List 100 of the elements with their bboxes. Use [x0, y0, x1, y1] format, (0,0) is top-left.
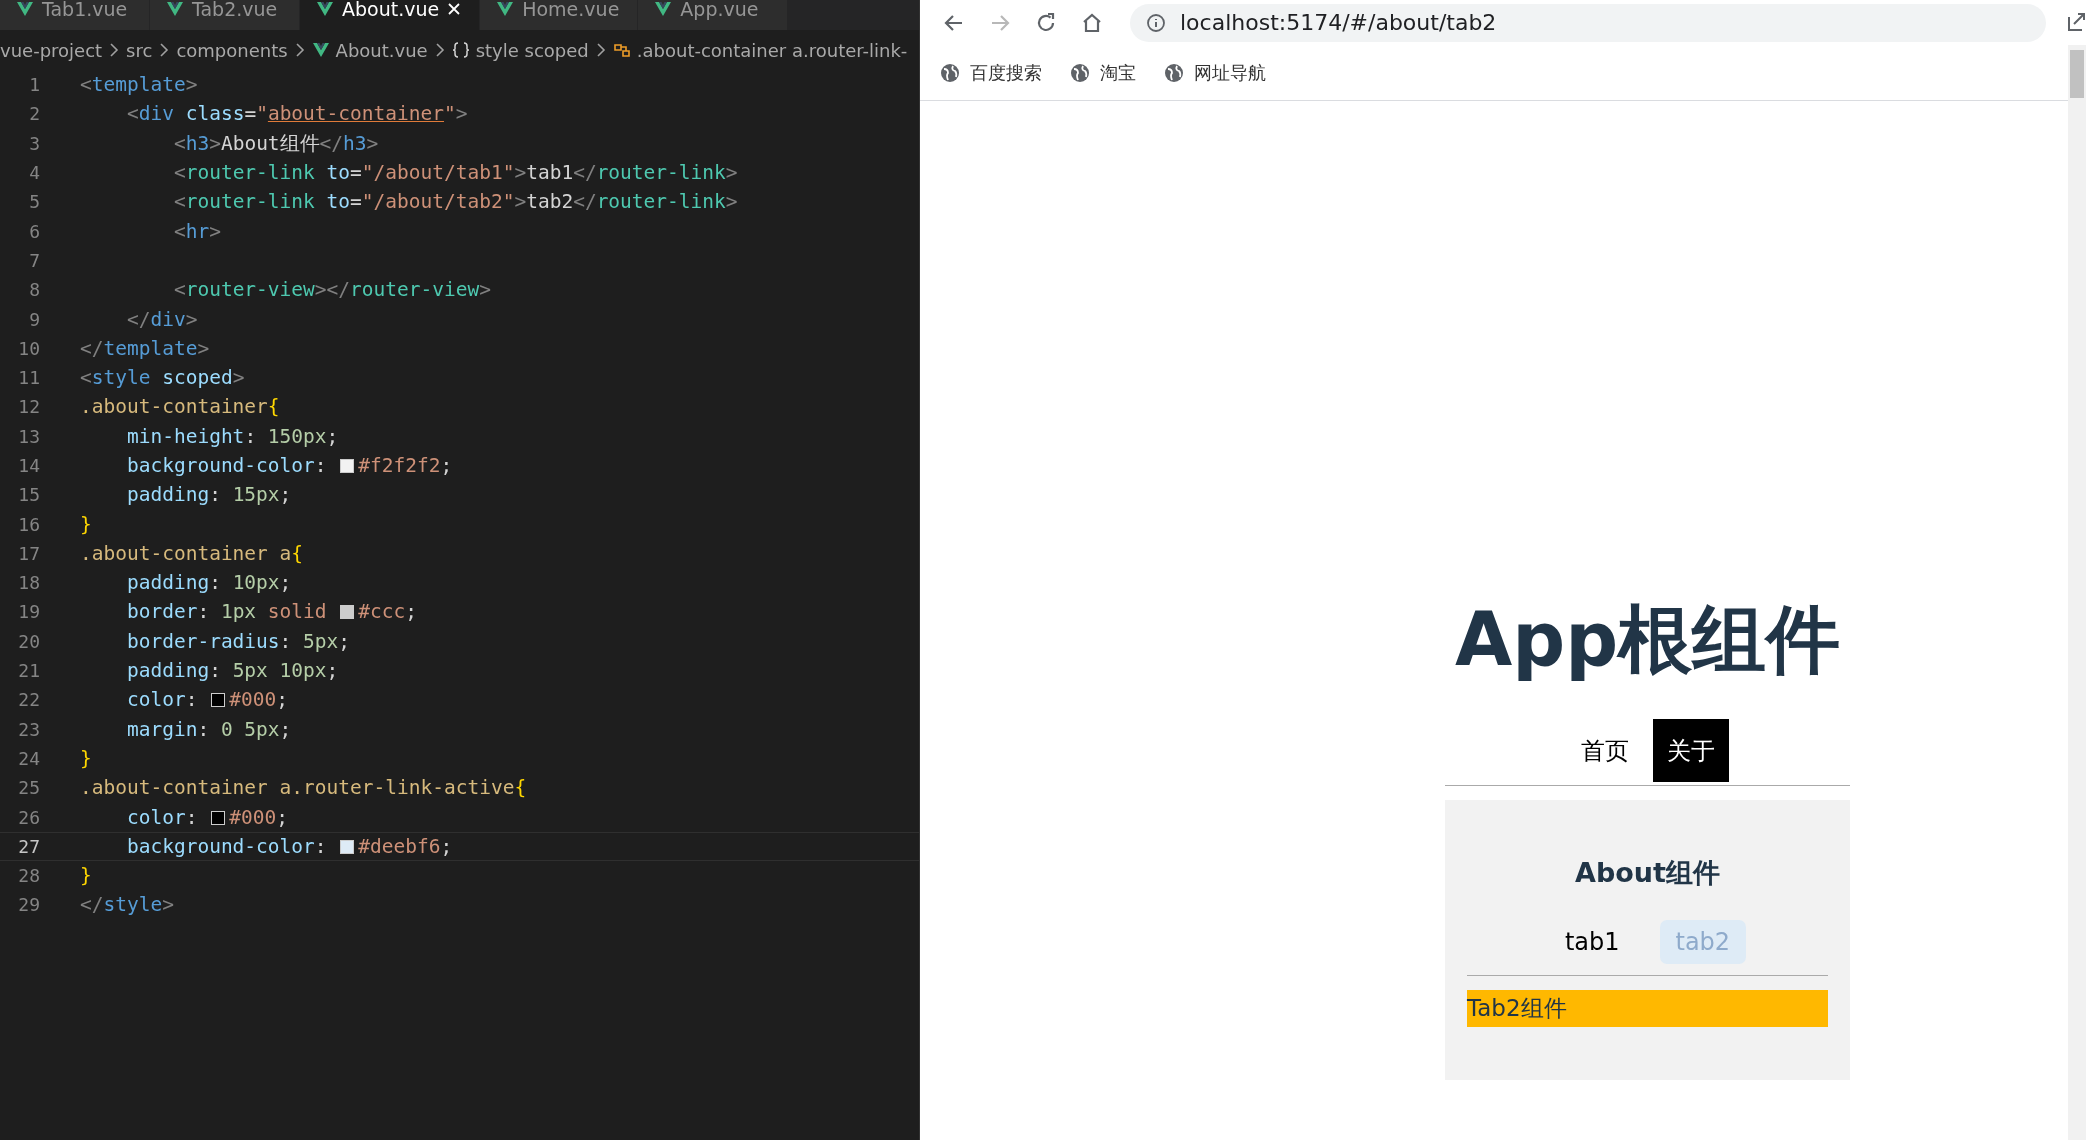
code-line: }	[80, 864, 92, 888]
code-line: <router-link to="/about/tab1">tab1</router-link>	[172, 161, 738, 185]
line-number: 13	[17, 425, 40, 447]
line-number: 23	[17, 718, 40, 740]
info-icon[interactable]	[1146, 12, 1166, 33]
v-shape-icon	[16, 0, 34, 18]
code-line: <h3>About组件</h3>	[172, 130, 379, 157]
code-line: margin: 0 5px;	[125, 717, 292, 741]
tab-link[interactable]: tab1	[1548, 920, 1636, 964]
scroll-thumb[interactable]	[2070, 50, 2084, 98]
line-number: 28	[17, 865, 40, 887]
code-line: .about-container a{	[80, 541, 304, 565]
globe-icon	[1070, 62, 1090, 83]
code-line: <div class="about-container">	[125, 102, 468, 126]
url-text: localhost:5174/#/about/tab2	[1180, 10, 1497, 35]
line-number: 1	[28, 74, 40, 96]
chevron-icon	[293, 41, 306, 59]
line-number: 29	[17, 894, 40, 916]
code-line: padding: 5px 10px;	[125, 659, 339, 683]
bookmark[interactable]: 网址导航	[1164, 60, 1266, 85]
chevron-icon	[108, 41, 121, 59]
code-line: border-radius: 5px;	[125, 629, 351, 653]
code-line: </div>	[125, 307, 198, 331]
line-number: 24	[17, 747, 40, 769]
line-number: 20	[17, 630, 40, 652]
nav-link[interactable]: 关于	[1652, 719, 1729, 782]
code-line: <template>	[80, 73, 198, 97]
line-number: 21	[17, 660, 40, 682]
breadcrumb-item[interactable]: src	[126, 39, 153, 61]
breadcrumb-item[interactable]: vue-project	[0, 39, 103, 61]
address-bar[interactable]: localhost:5174/#/about/tab2	[1130, 3, 2046, 42]
line-number: 19	[17, 601, 40, 623]
tab-content: Tab2组件	[1467, 990, 1828, 1027]
line-number: 9	[28, 308, 40, 330]
code-line: color: #000;	[125, 688, 288, 712]
editor-tab[interactable]: Tab2.vue	[150, 0, 300, 30]
v-shape-icon	[316, 0, 334, 18]
line-number: 16	[17, 513, 40, 535]
editor-tab[interactable]: About.vue	[300, 0, 481, 30]
scrollbar[interactable]	[2068, 45, 2086, 1140]
page-title: App根组件	[1454, 595, 1841, 684]
editor-tab[interactable]: Tab1.vue	[0, 0, 150, 30]
editor-tab[interactable]: App.vue	[638, 0, 789, 30]
breadcrumb-item[interactable]: About.vue	[335, 39, 428, 61]
line-number: 10	[17, 337, 40, 359]
code-line: <router-view></router-view>	[172, 278, 491, 302]
braces-icon	[451, 41, 470, 59]
line-number: 7	[28, 249, 40, 271]
symbol-icon	[612, 41, 631, 59]
code-line: color: #000;	[125, 805, 288, 829]
line-number: 4	[28, 162, 40, 184]
code-line: padding: 10px;	[125, 571, 292, 595]
code-line: border: 1px solid #ccc;	[125, 600, 418, 624]
v-shape-icon	[311, 41, 330, 59]
editor-tab[interactable]: Home.vue	[480, 0, 639, 30]
line-number: 11	[17, 367, 40, 389]
line-number: 14	[17, 455, 40, 476]
code-line: <router-link to="/about/tab2">tab2</router-link>	[172, 190, 738, 214]
line-number: 18	[17, 572, 40, 594]
code-line: <style scoped>	[80, 366, 245, 390]
line-number: 2	[28, 103, 40, 125]
code-line: </style>	[80, 893, 174, 917]
line-number: 26	[17, 806, 40, 828]
code-line: }	[80, 746, 92, 770]
line-number: 25	[17, 777, 40, 799]
code-line: background-color: #deebf6;	[125, 834, 453, 858]
code-line: background-color: #f2f2f2;	[125, 454, 453, 477]
code-line: }	[80, 512, 92, 536]
code-line: .about-container{	[80, 395, 280, 419]
chevron-icon	[158, 41, 171, 59]
breadcrumb-item[interactable]: style scoped	[475, 39, 589, 61]
code-line: <hr>	[172, 219, 221, 243]
nav-link[interactable]: 首页	[1566, 719, 1643, 782]
globe-icon	[940, 62, 960, 83]
line-number: 3	[28, 132, 40, 154]
line-number: 27	[17, 835, 40, 857]
line-number: 17	[17, 542, 40, 564]
line-number: 8	[28, 279, 40, 301]
line-number: 15	[17, 484, 40, 506]
code-line: padding: 15px;	[125, 483, 292, 507]
chevron-icon	[594, 41, 607, 59]
chevron-icon	[433, 41, 446, 59]
close-icon[interactable]	[447, 2, 462, 16]
v-shape-icon	[496, 0, 515, 18]
share-icon[interactable]	[2066, 10, 2086, 32]
breadcrumb-item[interactable]: components	[176, 39, 288, 61]
code-line: </template>	[80, 336, 210, 360]
line-number: 22	[17, 689, 40, 711]
bookmark[interactable]: 淘宝	[1070, 60, 1136, 85]
breadcrumb-item[interactable]: .about-container a.router-link-	[636, 39, 908, 61]
bookmark[interactable]: 百度搜索	[940, 60, 1042, 85]
line-number: 5	[28, 191, 40, 213]
code-line: min-height: 150px;	[125, 424, 339, 448]
code-line: .about-container a.router-link-active{	[80, 776, 527, 800]
v-shape-icon	[654, 0, 673, 18]
v-shape-icon	[166, 0, 184, 18]
panel-heading: About组件	[1574, 856, 1721, 890]
globe-icon	[1164, 62, 1184, 83]
line-number: 12	[17, 396, 40, 418]
line-number: 6	[28, 220, 40, 242]
